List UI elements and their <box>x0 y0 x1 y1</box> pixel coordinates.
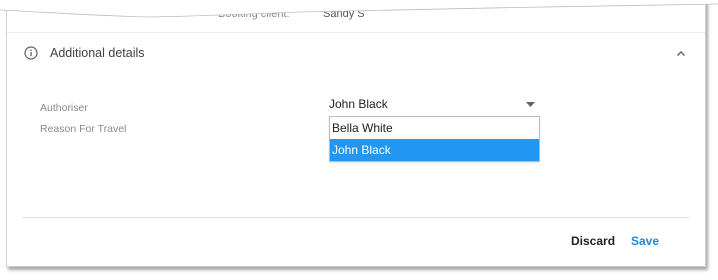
caret-down-icon[interactable] <box>526 102 535 107</box>
discard-button[interactable]: Discard <box>571 234 615 248</box>
reason-for-travel-label: Reason For Travel <box>40 123 127 135</box>
authoriser-select[interactable]: John Black <box>329 97 539 115</box>
authoriser-label: Authoriser <box>40 102 88 114</box>
info-icon <box>24 46 38 60</box>
page: Booking client: Sandy S Additional detai… <box>0 0 718 280</box>
authoriser-selected-value: John Black <box>329 97 388 111</box>
section-title: Additional details <box>50 46 145 60</box>
authoriser-dropdown-menu: Bella White John Black <box>329 116 540 162</box>
save-button[interactable]: Save <box>631 234 659 248</box>
booking-details-card: Booking client: Sandy S Additional detai… <box>6 0 706 267</box>
chevron-up-icon[interactable] <box>676 50 686 57</box>
torn-edge-overlay <box>0 0 718 18</box>
footer-divider <box>22 217 689 218</box>
dropdown-option-john-black[interactable]: John Black <box>330 139 539 161</box>
dropdown-option-bella-white[interactable]: Bella White <box>330 117 539 139</box>
additional-details-header[interactable]: Additional details <box>7 33 705 75</box>
